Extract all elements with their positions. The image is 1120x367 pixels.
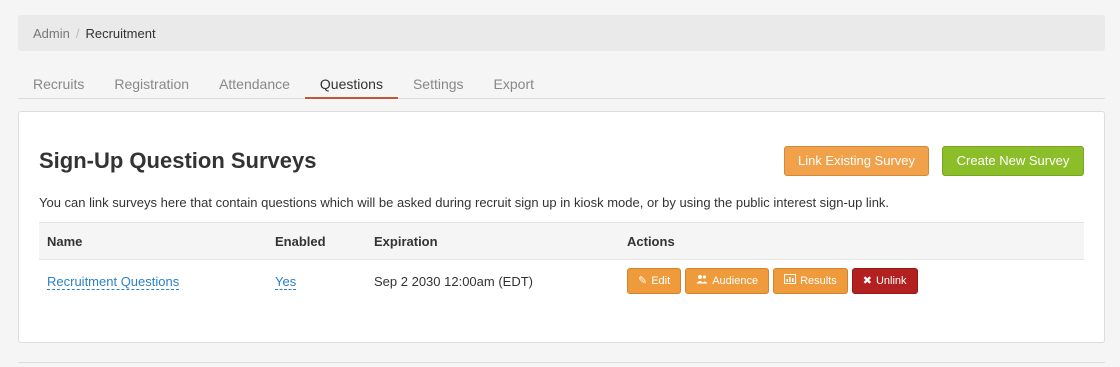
survey-name-link[interactable]: Recruitment Questions <box>47 273 180 290</box>
header-enabled: Enabled <box>275 233 326 249</box>
page-title: Sign-Up Question Surveys <box>39 148 317 173</box>
panel-description: You can link surveys here that contain q… <box>39 195 890 210</box>
link-existing-survey-button[interactable]: Link Existing Survey <box>784 146 929 176</box>
tab-registration[interactable]: Registration <box>99 69 204 99</box>
close-icon: ✖ <box>862 275 872 287</box>
results-label: Results <box>800 275 837 287</box>
tab-bar: Recruits Registration Attendance Questio… <box>18 69 1105 99</box>
surveys-panel: Sign-Up Question Surveys Link Existing S… <box>18 111 1105 343</box>
row-actions: ✎ Edit Audience Results ✖ Unlink <box>627 268 1084 294</box>
surveys-table: Name Enabled Expiration Actions Recruitm… <box>39 222 1084 302</box>
header-name: Name <box>47 233 83 249</box>
header-expiration: Expiration <box>374 233 438 249</box>
table-row: Recruitment Questions Yes Sep 2 2030 12:… <box>39 260 1084 302</box>
tab-attendance[interactable]: Attendance <box>204 69 305 99</box>
breadcrumb: Admin / Recruitment <box>18 15 1105 51</box>
breadcrumb-admin[interactable]: Admin <box>33 26 70 41</box>
edit-button[interactable]: ✎ Edit <box>627 268 682 294</box>
tab-questions[interactable]: Questions <box>304 69 398 99</box>
results-button[interactable]: Results <box>773 268 848 294</box>
pencil-icon: ✎ <box>638 275 648 287</box>
bar-chart-icon <box>784 269 797 293</box>
tab-settings[interactable]: Settings <box>398 69 479 99</box>
tab-recruits[interactable]: Recruits <box>18 69 99 99</box>
breadcrumb-current: Recruitment <box>85 25 156 41</box>
unlink-button[interactable]: ✖ Unlink <box>851 268 918 294</box>
edit-label: Edit <box>651 275 671 287</box>
table-header: Name Enabled Expiration Actions <box>39 222 1084 260</box>
users-icon <box>696 269 708 293</box>
create-new-survey-button[interactable]: Create New Survey <box>942 146 1084 176</box>
audience-label: Audience <box>712 275 759 287</box>
divider <box>18 362 1105 363</box>
enabled-toggle-link[interactable]: Yes <box>275 273 297 290</box>
unlink-label: Unlink <box>875 275 907 287</box>
header-actions: Actions <box>627 233 675 249</box>
audience-button[interactable]: Audience <box>685 268 770 294</box>
breadcrumb-separator: / <box>75 25 80 41</box>
tab-export[interactable]: Export <box>479 69 549 99</box>
expiration-value: Sep 2 2030 12:00am (EDT) <box>374 273 533 289</box>
